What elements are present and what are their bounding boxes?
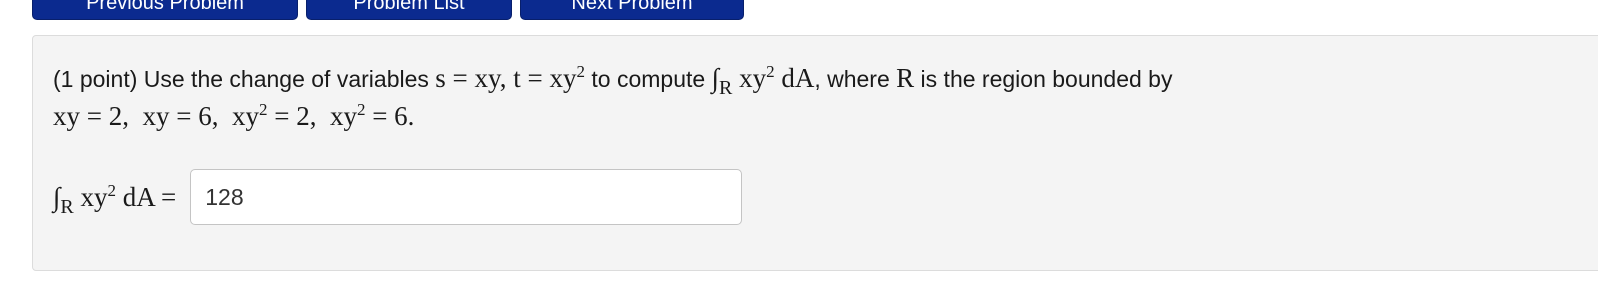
answer-label: ∫R xy2 dA = (53, 180, 177, 218)
region-text: is the region bounded by (914, 66, 1173, 92)
s-definition: s = xy (435, 63, 500, 93)
bound-2: xy = 6, (142, 101, 219, 131)
integrand: xy2 dA (732, 62, 815, 93)
next-problem-button[interactable]: Next Problem (520, 0, 744, 20)
previous-problem-button[interactable]: Previous Problem (32, 0, 298, 20)
problem-navigation: Previous Problem Problem List Next Probl… (32, 0, 744, 20)
integral-sign: ∫ (711, 63, 719, 93)
problem-statement: (1 point) Use the change of variables s … (53, 62, 1553, 132)
bound-4: xy2 = 6. (329, 100, 415, 131)
problem-prefix: (1 point) Use the change of variables (53, 66, 436, 92)
integral-region-subscript: R (718, 77, 733, 99)
problem-line-1: (1 point) Use the change of variables s … (53, 62, 1553, 98)
where-text: , where (814, 66, 897, 92)
compute-text: to compute (585, 66, 712, 92)
bound-1: xy = 2, (53, 101, 129, 131)
answer-row: ∫R xy2 dA = (53, 169, 743, 225)
problem-list-button[interactable]: Problem List (306, 0, 512, 20)
region-symbol: R (896, 63, 915, 93)
problem-line-2: xy = 2, xy = 6, xy2 = 2, xy2 = 6. (53, 100, 1553, 132)
answer-input[interactable] (190, 169, 743, 225)
problem-container: (1 point) Use the change of variables s … (32, 35, 1598, 271)
t-definition: t = xy2 (513, 62, 585, 93)
bound-3: xy2 = 2, (231, 100, 317, 131)
separator-comma: , (499, 63, 514, 93)
